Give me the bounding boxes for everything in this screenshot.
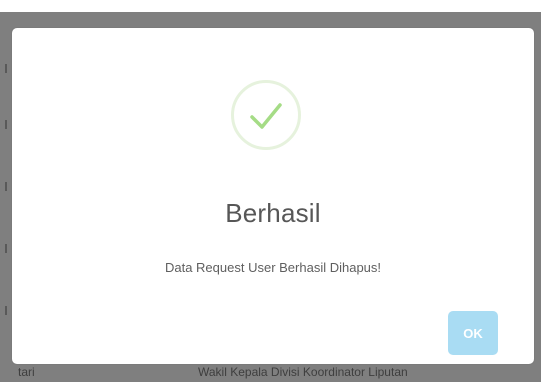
check-icon-graphic bbox=[250, 103, 282, 129]
background-edge-marks bbox=[0, 12, 12, 382]
background-edge-mark bbox=[5, 120, 7, 129]
ok-button[interactable]: OK bbox=[448, 311, 498, 355]
background-edge-mark bbox=[5, 182, 7, 191]
dialog-message: Data Request User Berhasil Dihapus! bbox=[164, 260, 382, 275]
background-edge-mark bbox=[5, 244, 7, 253]
success-dialog: Berhasil Data Request User Berhasil Diha… bbox=[12, 28, 534, 364]
background-row-text: tari bbox=[18, 365, 35, 379]
background-edge-mark bbox=[5, 306, 7, 315]
background-edge-mark bbox=[5, 64, 7, 73]
success-check-icon bbox=[231, 80, 301, 150]
dialog-title: Berhasil bbox=[225, 198, 321, 228]
page-top-band bbox=[0, 0, 541, 12]
screen: tari Wakil Kepala Divisi Koordinator Lip… bbox=[0, 0, 541, 382]
background-row-position: Wakil Kepala Divisi Koordinator Liputan bbox=[198, 365, 408, 379]
